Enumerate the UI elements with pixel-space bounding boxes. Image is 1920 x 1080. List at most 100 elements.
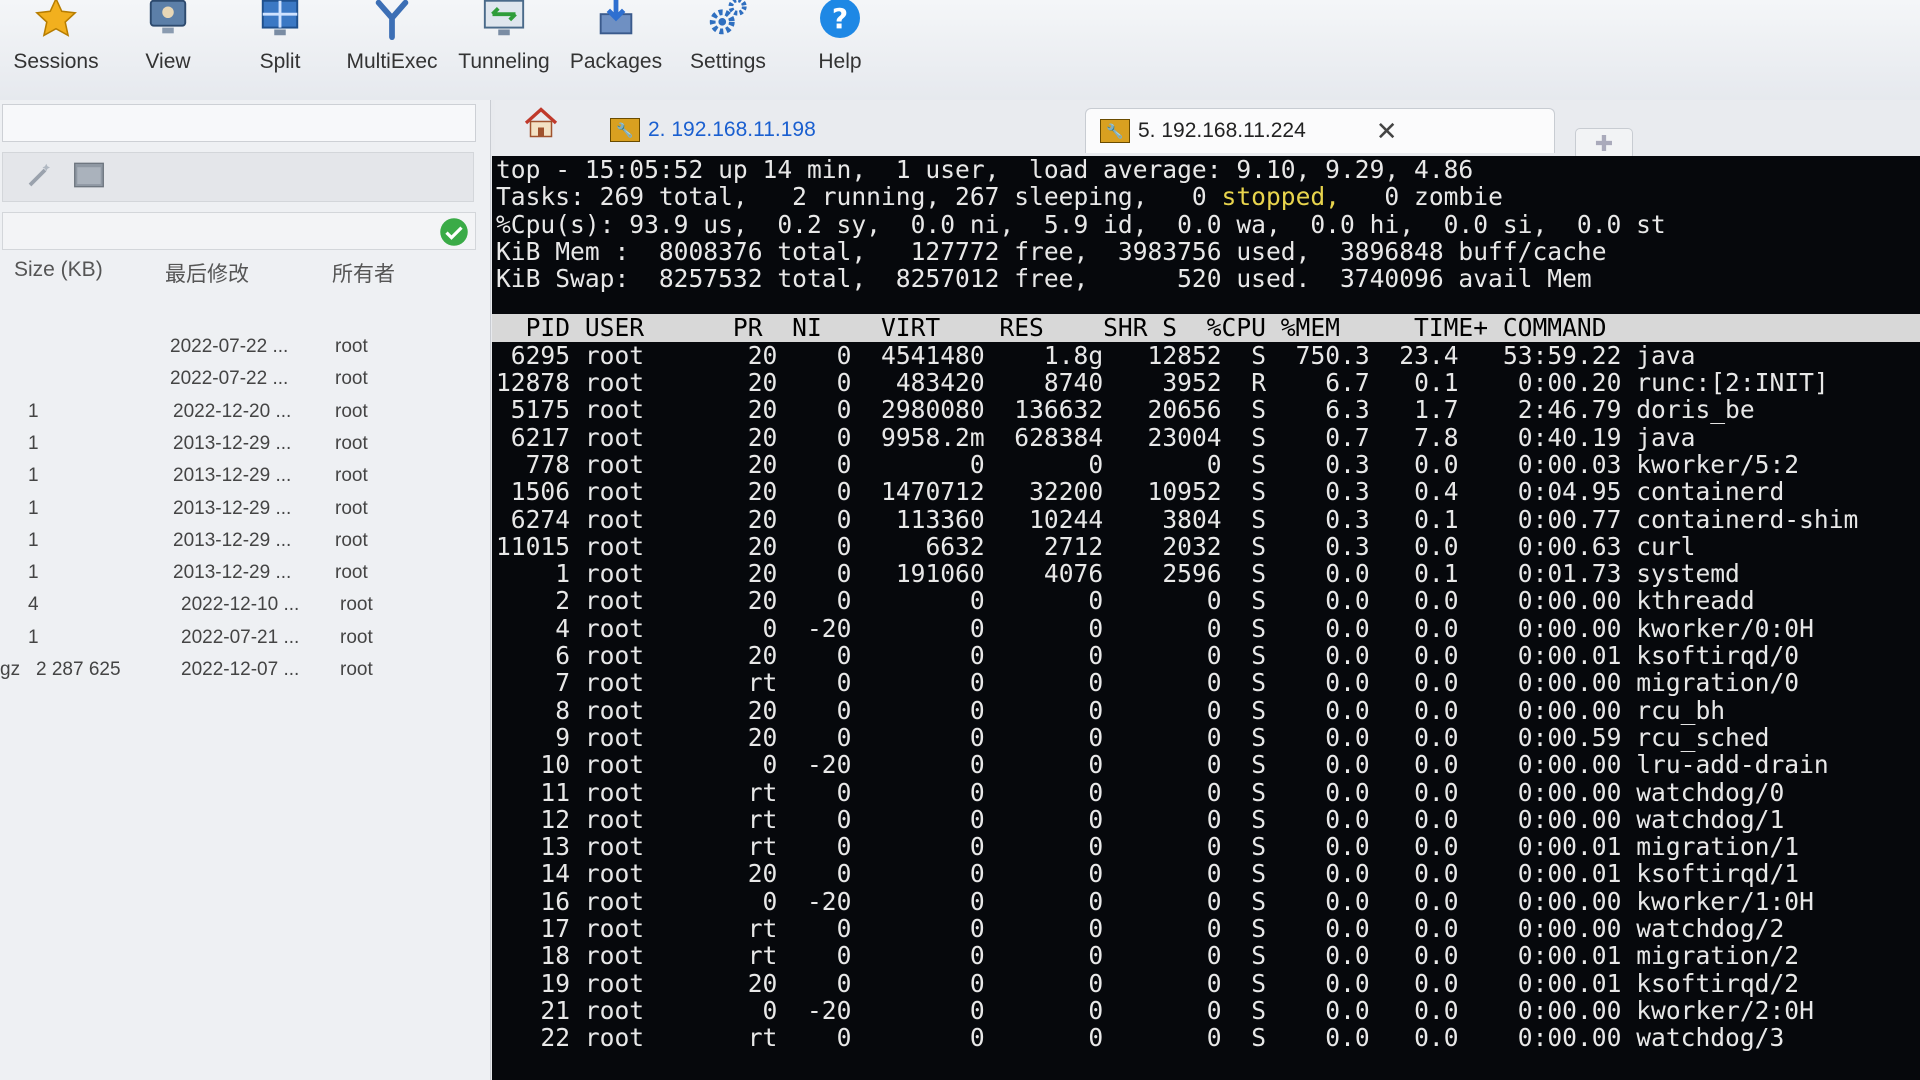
column-size[interactable]: Size (KB) [14, 258, 103, 282]
file-modified: 2022-07-21 ... [181, 626, 300, 648]
proc-pid: 6295 [496, 340, 571, 370]
proc-state: S [1221, 1023, 1267, 1053]
file-size: 1 [28, 400, 39, 422]
proc-command: watchdog/1 [1621, 804, 1785, 834]
filter-row[interactable] [2, 212, 476, 250]
tunneling-button[interactable]: Tunneling [448, 0, 560, 96]
top-tasks-line: Tasks: 269 total, 2 running, 267 sleepin… [492, 183, 1920, 210]
proc-cpu: 0.3 [1266, 449, 1370, 479]
process-row: 17 root rt 0 0 0 0 S 0.0 0.0 0:00.00 wat… [492, 915, 1920, 942]
file-row[interactable]: 2022-07-22 ... root [0, 336, 490, 368]
proc-command: systemd [1621, 559, 1740, 589]
proc-command: kworker/2:0H [1621, 995, 1814, 1025]
proc-mem: 0.1 [1369, 504, 1459, 534]
proc-virt: 0 [851, 586, 985, 616]
proc-command: curl [1621, 531, 1696, 561]
proc-state: S [1221, 914, 1267, 944]
file-row[interactable]: 1 2013-12-29 ... root [0, 530, 490, 562]
proc-virt: 0 [851, 449, 985, 479]
terminal-view[interactable]: top - 15:05:52 up 14 min, 1 user, load a… [492, 156, 1920, 1080]
proc-res: 0 [984, 613, 1104, 643]
file-row[interactable]: gz 2 287 625 2022-12-07 ... root [0, 659, 490, 691]
file-size: 1 [28, 432, 39, 454]
column-owner[interactable]: 所有者 [332, 258, 395, 288]
wand-icon[interactable] [25, 160, 55, 195]
multiexec-button[interactable]: MultiExec [336, 0, 448, 96]
proc-ni: 0 [777, 477, 852, 507]
column-modified[interactable]: 最后修改 [165, 258, 249, 288]
proc-time: 0:40.19 [1458, 422, 1622, 452]
file-row[interactable]: 2022-07-22 ... root [0, 368, 490, 400]
proc-ni: 0 [777, 668, 852, 698]
close-tab-icon[interactable]: ✕ [1376, 116, 1398, 147]
proc-pr: 0 [718, 613, 778, 643]
proc-ni: -20 [777, 750, 852, 780]
file-size: 1 [28, 562, 39, 584]
view-button[interactable]: View [112, 0, 224, 96]
tab-session-2-label: 2. 192.168.11.198 [648, 118, 816, 141]
proc-ni: 0 [777, 695, 852, 725]
proc-virt: 0 [851, 722, 985, 752]
proc-virt: 0 [851, 695, 985, 725]
proc-ni: 0 [777, 340, 852, 370]
proc-user: root [570, 559, 719, 589]
proc-command: lru-add-drain [1621, 750, 1829, 780]
home-tab-icon[interactable] [523, 106, 559, 145]
proc-state: S [1221, 477, 1267, 507]
proc-ni: 0 [777, 422, 852, 452]
wrench-icon: 🔧 [610, 118, 640, 142]
file-row[interactable]: 1 2022-12-20 ... root [0, 401, 490, 433]
proc-mem: 0.0 [1369, 668, 1459, 698]
remote-path-input[interactable] [2, 104, 476, 142]
proc-cpu: 0.0 [1266, 886, 1370, 916]
sessions-button[interactable]: Sessions [0, 0, 112, 96]
file-row[interactable]: 1 2013-12-29 ... root [0, 562, 490, 594]
proc-pr: 20 [718, 968, 778, 998]
file-row[interactable]: 4 2022-12-10 ... root [0, 594, 490, 626]
tab-session-5[interactable]: 🔧 5. 192.168.11.224 ✕ [1085, 108, 1555, 153]
file-row[interactable]: 1 2013-12-29 ... root [0, 465, 490, 497]
terminal-icon[interactable] [73, 162, 105, 193]
process-row: 19 root 20 0 0 0 0 S 0.0 0.0 0:00.01 kso… [492, 968, 1920, 998]
tab-session-2[interactable]: 🔧 2. 192.168.11.198 [610, 108, 816, 152]
proc-user: root [570, 968, 719, 998]
proc-pid: 1506 [496, 477, 571, 507]
proc-mem: 0.0 [1369, 695, 1459, 725]
file-row[interactable]: 1 2013-12-29 ... root [0, 498, 490, 530]
proc-shr: 0 [1103, 613, 1222, 643]
check-circle-icon[interactable] [439, 217, 469, 252]
help-button[interactable]: ? Help [784, 0, 896, 96]
split-button[interactable]: Split [224, 0, 336, 96]
proc-mem: 0.0 [1369, 750, 1459, 780]
proc-pid: 6 [496, 641, 571, 671]
process-row: 22 root rt 0 0 0 0 S 0.0 0.0 0:00.00 wat… [492, 1024, 1920, 1051]
svg-text:?: ? [832, 2, 848, 35]
proc-state: S [1221, 559, 1267, 589]
proc-pr: 20 [718, 449, 778, 479]
proc-user: root [570, 340, 719, 370]
proc-mem: 0.0 [1369, 777, 1459, 807]
file-row[interactable]: 1 2013-12-29 ... root [0, 433, 490, 465]
file-row[interactable]: 1 2022-07-21 ... root [0, 627, 490, 659]
proc-pr: rt [718, 941, 778, 971]
proc-state: S [1221, 695, 1267, 725]
file-modified: 2013-12-29 ... [173, 497, 292, 519]
proc-shr: 0 [1103, 941, 1222, 971]
proc-virt: 191060 [851, 559, 985, 589]
file-owner: root [340, 659, 373, 680]
settings-button[interactable]: Settings [672, 0, 784, 96]
packages-button[interactable]: Packages [560, 0, 672, 96]
proc-shr: 0 [1103, 886, 1222, 916]
file-modified: 2022-07-22 ... [170, 368, 289, 390]
proc-ni: 0 [777, 914, 852, 944]
file-modified: 2013-12-29 ... [173, 432, 292, 454]
proc-time: 0:00.00 [1458, 886, 1622, 916]
proc-pid: 5175 [496, 395, 571, 425]
process-row: 11 root rt 0 0 0 0 S 0.0 0.0 0:00.00 wat… [492, 777, 1920, 807]
sftp-mini-toolbar [2, 152, 474, 202]
proc-command: ksoftirqd/2 [1621, 968, 1800, 998]
package-icon [592, 0, 640, 42]
wrench-icon: 🔧 [1100, 119, 1130, 143]
proc-user: root [570, 449, 719, 479]
proc-user: root [570, 531, 719, 561]
